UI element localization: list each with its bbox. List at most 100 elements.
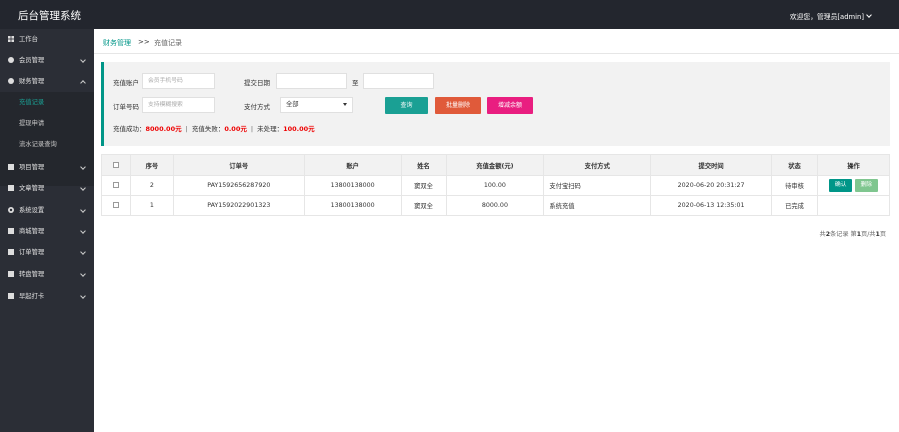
user-icon (8, 57, 14, 63)
column-header: 支付方式 (543, 154, 652, 176)
chevron-down-icon (866, 12, 872, 18)
table-row: 2 PAY1592656287920 13800138000 窦双全 100.0… (101, 175, 890, 196)
sidebar-item-label: 工作台 (19, 36, 38, 43)
fail-label: 充值失败： (191, 125, 225, 133)
column-header: 序号 (129, 154, 174, 176)
cell-time: 2020-06-20 20:31:27 (650, 175, 773, 196)
shop-icon (8, 228, 14, 234)
order-label: 订单号码 (113, 103, 139, 111)
column-header: 状态 (771, 154, 818, 176)
welcome-text: 欢迎您，管理员[admin] (789, 13, 864, 21)
chevron-down-icon (80, 293, 86, 299)
column-header: 充值金额(元) (445, 154, 545, 176)
sidebar-item-label: 财务管理 (19, 78, 45, 85)
cell-actions: 确认 删除 (817, 175, 890, 196)
success-amount: 8000.00元 (145, 125, 182, 133)
add-balance-button[interactable]: 增减余额 (487, 97, 533, 114)
end-date-input[interactable] (363, 73, 434, 89)
pay-method-value: 全部 (286, 101, 299, 108)
cell-name: 窦双全 (400, 195, 447, 216)
cell-status: 待审核 (771, 175, 818, 196)
sidebar-item-articles[interactable]: 文章管理 (0, 178, 94, 199)
cell-order: PAY1592022901323 (172, 195, 305, 216)
sidebar-item-label: 订单管理 (19, 249, 45, 256)
cell-name: 窦双全 (400, 175, 447, 196)
account-label: 充值账户 (113, 79, 139, 87)
pagination-info: 共2条记录 第1页/共1页 (820, 229, 887, 238)
sidebar-item-settings[interactable]: 系统设置 (0, 200, 94, 221)
column-header: 订单号 (172, 154, 305, 176)
cell-account: 13800138000 (303, 195, 402, 216)
order-input[interactable]: 支持模糊搜索 (142, 97, 215, 113)
sidebar-item-label: 早起打卡 (19, 293, 45, 300)
table-row: 1 PAY1592022901323 13800138000 窦双全 8000.… (101, 195, 890, 216)
summary-separator: | (185, 125, 188, 133)
dashboard-icon (8, 36, 14, 42)
delete-button[interactable]: 删除 (854, 179, 879, 192)
pending-label: 未处理： (257, 125, 284, 133)
sidebar-item-members[interactable]: 会员管理 (0, 50, 94, 71)
sidebar-item-label: 会员管理 (19, 57, 45, 64)
sidebar-item-finance[interactable]: 财务管理 (0, 71, 94, 92)
sidebar-item-label: 商城管理 (19, 228, 45, 235)
chevron-down-icon (80, 249, 86, 255)
sidebar-subitem-recharge[interactable]: 充值记录 (0, 92, 94, 113)
cell-method: 支付宝扫码 (543, 175, 652, 196)
top-bar: 后台管理系统 欢迎您，管理员[admin] (0, 0, 899, 29)
pager-suffix: 页 (879, 231, 886, 238)
sidebar-item-checkin[interactable]: 早起打卡 (0, 286, 94, 307)
gear-icon (8, 207, 14, 213)
pay-method-select[interactable]: 全部 (280, 97, 353, 113)
cell-no: 1 (129, 195, 174, 216)
checkin-icon (8, 293, 14, 299)
date-label: 提交日期 (244, 79, 270, 87)
cell-method: 系统充值 (543, 195, 652, 216)
cell-amount: 100.00 (445, 175, 545, 196)
pager-slash: 页/共 (861, 231, 876, 238)
chevron-down-icon (80, 185, 86, 191)
cell-order: PAY1592656287920 (172, 175, 305, 196)
select-all-checkbox[interactable] (101, 154, 131, 176)
breadcrumb-separator: >> (138, 38, 150, 46)
sidebar-subitem-withdraw[interactable]: 提现申请 (0, 113, 94, 134)
sidebar-item-dashboard[interactable]: 工作台 (0, 29, 94, 50)
chevron-up-icon (80, 80, 86, 86)
cell-actions (817, 195, 890, 216)
start-date-input[interactable] (276, 73, 347, 89)
row-checkbox[interactable] (101, 195, 131, 216)
recharge-table: 序号 订单号 账户 姓名 充值金额(元) 支付方式 提交时间 状态 操作 2 P… (101, 154, 890, 216)
cell-no: 2 (129, 175, 174, 196)
pay-method-label: 支付方式 (244, 103, 270, 111)
breadcrumb-parent[interactable]: 财务管理 (103, 38, 131, 48)
sidebar-item-label: 项目管理 (19, 164, 45, 171)
account-input[interactable]: 会员手机号码 (142, 73, 215, 89)
sidebar-item-label: 文章管理 (19, 185, 45, 192)
confirm-button[interactable]: 确认 (828, 179, 853, 192)
breadcrumb-current: 充值记录 (154, 39, 182, 47)
sidebar-item-shop[interactable]: 商城管理 (0, 221, 94, 242)
batch-delete-button[interactable]: 批量删除 (435, 97, 481, 114)
sidebar-item-projects[interactable]: 项目管理 (0, 157, 94, 178)
sidebar-item-label: 转盘管理 (19, 271, 45, 278)
row-checkbox[interactable] (101, 175, 131, 196)
filter-panel: 充值账户 会员手机号码 提交日期 至 订单号码 支持模糊搜索 支付方式 全部 查… (101, 62, 890, 146)
table-header-row: 序号 订单号 账户 姓名 充值金额(元) 支付方式 提交时间 状态 操作 (101, 154, 890, 176)
chevron-down-icon (80, 164, 86, 170)
summary-separator: | (250, 125, 254, 133)
fail-amount: 0.00元 (224, 125, 247, 133)
user-menu[interactable]: 欢迎您，管理员[admin] (789, 11, 872, 21)
caret-down-icon (343, 103, 347, 106)
sidebar-item-wheel[interactable]: 转盘管理 (0, 264, 94, 285)
chevron-down-icon (80, 57, 86, 63)
success-label: 充值成功： (113, 125, 146, 133)
search-button[interactable]: 查询 (385, 97, 428, 114)
sidebar-subitem-ledger[interactable]: 流水记录查询 (0, 134, 94, 155)
sidebar-item-orders[interactable]: 订单管理 (0, 242, 94, 263)
column-header: 操作 (817, 154, 890, 176)
column-header: 提交时间 (650, 154, 773, 176)
finance-icon (8, 78, 14, 84)
cell-time: 2020-06-13 12:35:01 (650, 195, 773, 216)
project-icon (8, 164, 14, 170)
date-to-label: 至 (352, 79, 359, 87)
order-icon (8, 249, 14, 255)
